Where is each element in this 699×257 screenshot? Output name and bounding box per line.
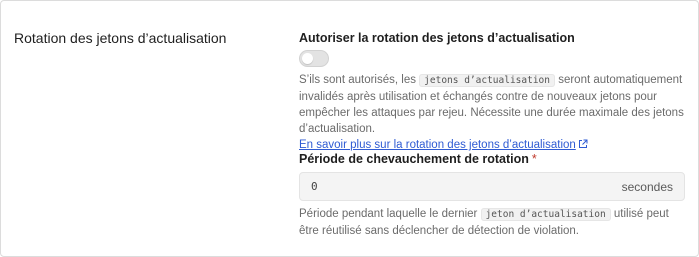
learn-more-link-text: En savoir plus sur la rotation des jeton… <box>299 139 576 151</box>
required-mark: * <box>531 152 537 166</box>
rotation-help-before: S’ils sont autorisés, les <box>299 74 420 86</box>
overlap-period-value[interactable]: 0 <box>311 180 318 193</box>
section-title: Rotation des jetons d’actualisation <box>14 30 227 46</box>
external-link-icon[interactable] <box>578 138 588 154</box>
overlap-help-code: jeton d’actualisation <box>480 208 611 221</box>
overlap-period-input[interactable]: 0 secondes <box>299 172 685 201</box>
overlap-help-text: Période pendant laquelle le dernier jeto… <box>299 206 689 239</box>
overlap-period-label: Période de chevauchement de rotation * <box>299 152 537 166</box>
overlap-period-label-text: Période de chevauchement de rotation <box>299 152 529 166</box>
toggle-knob <box>302 53 313 64</box>
rotation-help-code: jetons d’actualisation <box>419 74 556 87</box>
rotation-help-text: S’ils sont autorisés, les jetons d’actua… <box>299 72 689 154</box>
rotation-toggle[interactable] <box>299 50 329 67</box>
learn-more-link[interactable]: En savoir plus sur la rotation des jeton… <box>299 139 576 151</box>
seconds-suffix: secondes <box>621 180 673 194</box>
overlap-help-before: Période pendant laquelle le dernier <box>299 208 481 220</box>
rotation-toggle-label: Autoriser la rotation des jetons d’actua… <box>299 31 575 45</box>
settings-panel: Rotation des jetons d’actualisation Auto… <box>0 0 699 257</box>
